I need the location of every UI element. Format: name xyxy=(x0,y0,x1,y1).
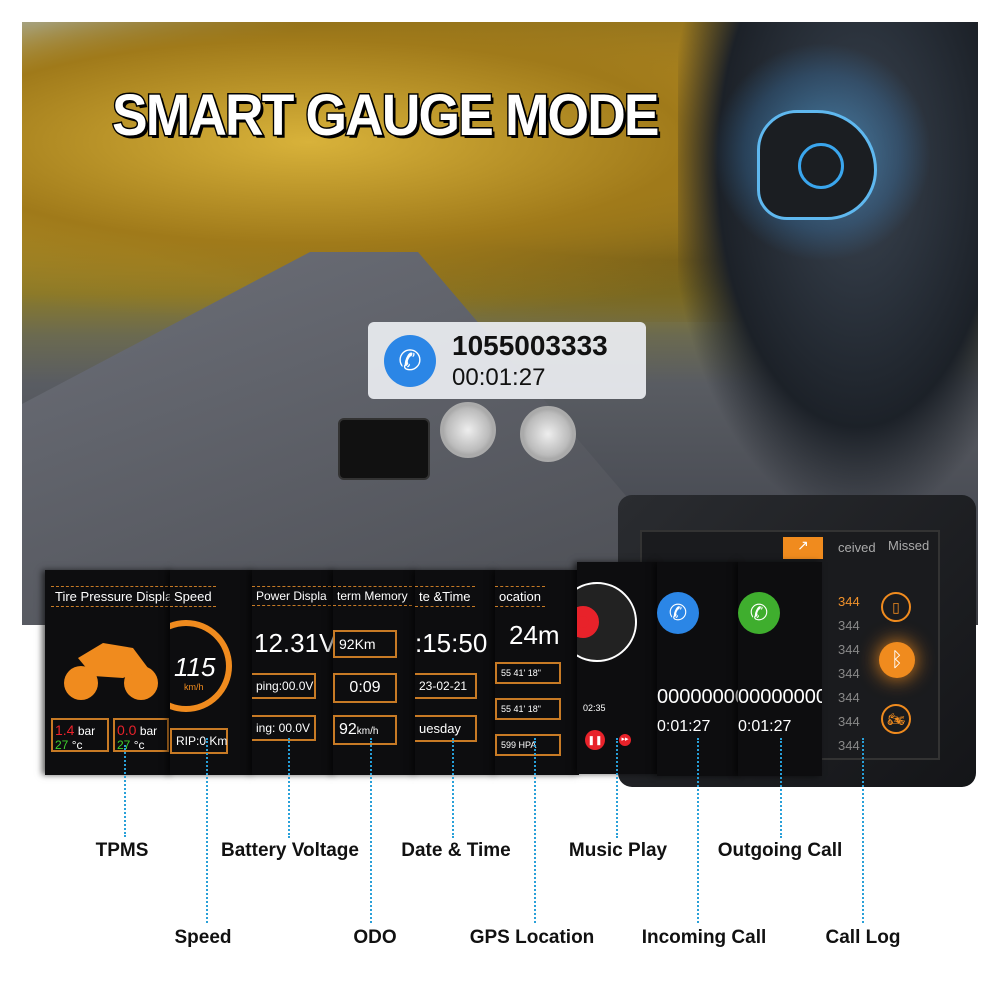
incoming-duration: 0:01:27 xyxy=(657,718,711,735)
leader-line xyxy=(534,738,536,923)
panel-music: 02:35 ❚❚ ▸▸ xyxy=(577,562,659,774)
speed-value: 115 xyxy=(174,652,216,682)
date-box: 23-02-21 xyxy=(415,673,477,699)
log-entry[interactable]: 344 xyxy=(838,638,860,662)
vinyl-disc xyxy=(577,582,637,662)
leader-line xyxy=(697,738,699,923)
panel-datetime: te &Time :15:50 23-02-21 uesday xyxy=(415,570,497,775)
motorcycle-icon[interactable]: 🏍 xyxy=(881,704,911,734)
leader-line xyxy=(206,738,208,923)
panel-title: Power Displa xyxy=(252,586,331,606)
incoming-call-icon: ✆ xyxy=(657,592,699,634)
label-incoming-call: Incoming Call xyxy=(641,927,767,948)
panel-title: te &Time xyxy=(415,586,475,607)
log-entry[interactable]: 344 xyxy=(838,734,860,758)
leader-line xyxy=(616,738,618,838)
motorcycle-icon xyxy=(64,643,158,700)
day-box: uesday xyxy=(415,715,477,742)
outgoing-call-icon: ✆ xyxy=(738,592,780,634)
label-speed: Speed xyxy=(174,927,232,948)
label-music-play: Music Play xyxy=(568,840,668,861)
speedometer xyxy=(440,402,496,458)
label-gps-location: GPS Location xyxy=(469,927,595,948)
incoming-number: 00000000 xyxy=(657,686,741,708)
received-header[interactable]: ceived xyxy=(838,540,876,555)
label-battery-voltage: Battery Voltage xyxy=(221,840,359,861)
next-button[interactable]: ▸▸ xyxy=(619,734,631,746)
outgoing-number: 00000000 xyxy=(738,686,822,708)
panel-title: ocation xyxy=(495,586,545,607)
label-odo: ODO xyxy=(353,927,397,948)
front-tire-box: 1.4 bar 27 °c xyxy=(51,718,109,752)
call-duration: 00:01:27 xyxy=(452,364,546,391)
outgoing-duration: 0:01:27 xyxy=(738,718,792,735)
label-tpms: TPMS xyxy=(95,840,149,861)
panel-gps: ocation 24m 55 41' 18" 55 41' 18" 599 HP… xyxy=(495,570,579,775)
missed-header[interactable]: Missed xyxy=(888,538,929,553)
panel-title: Tire Pressure Display xyxy=(51,586,173,607)
odo-speed: 92km/h xyxy=(333,715,397,745)
pressure-box: 599 HPA xyxy=(495,734,561,756)
outgoing-tab-icon[interactable]: ↗ xyxy=(783,537,823,559)
music-elapsed: 02:35 xyxy=(583,703,606,713)
longitude-box: 55 41' 18" xyxy=(495,698,561,720)
trip-box: RIP:0 Km xyxy=(170,728,228,754)
odo-distance: 92Km xyxy=(333,630,397,658)
leader-line xyxy=(780,738,782,838)
leader-line xyxy=(862,738,864,923)
call-log-list: 344 344 344 344 344 344 344 xyxy=(838,590,860,758)
latitude-box: 55 41' 18" xyxy=(495,662,561,684)
log-entry[interactable]: 344 xyxy=(838,590,860,614)
log-entry[interactable]: 344 xyxy=(838,710,860,734)
altitude-value: 24m xyxy=(509,620,560,650)
leader-line xyxy=(370,738,372,923)
tachometer xyxy=(520,406,576,462)
leader-line xyxy=(452,738,454,838)
panel-title: term Memory xyxy=(333,586,412,606)
leader-line xyxy=(288,738,290,838)
pause-button[interactable]: ❚❚ xyxy=(585,730,605,750)
panel-battery: Power Displa 12.31V ping:00.0V ing: 00.0… xyxy=(252,570,336,775)
clock-time: :15:50 xyxy=(415,628,488,658)
panel-odo: term Memory 92Km 0:09 92km/h xyxy=(333,570,417,775)
mini-device xyxy=(338,418,430,480)
panel-speed: Speed 115 km/h RIP:0 Km xyxy=(170,570,254,775)
log-entry[interactable]: 344 xyxy=(838,614,860,638)
caller-number: 1055003333 xyxy=(452,330,608,361)
rear-tire-box: 0.0 bar 27 °c xyxy=(113,718,169,752)
speed-unit: km/h xyxy=(184,682,204,692)
headline: SMART GAUGE MODE xyxy=(111,82,661,150)
leader-line xyxy=(124,745,126,837)
bluetooth-icon[interactable]: ᛒ xyxy=(879,642,915,678)
log-entry[interactable]: 344 xyxy=(838,686,860,710)
call-bubble: ✆ 1055003333 00:01:27 xyxy=(368,322,646,399)
panel-incoming: ✆ 00000000 0:01:27 xyxy=(657,562,741,776)
voltage-line: ping:00.0V xyxy=(252,673,316,699)
label-date-time: Date & Time xyxy=(401,840,511,861)
incoming-call-icon: ✆ xyxy=(384,335,436,387)
label-call-log: Call Log xyxy=(825,927,901,948)
log-entry[interactable]: 344 xyxy=(838,662,860,686)
voltage-value: 12.31V xyxy=(254,628,336,658)
label-outgoing-call: Outgoing Call xyxy=(717,840,843,861)
headset-icon xyxy=(757,110,877,220)
phone-icon[interactable]: ▯ xyxy=(881,592,911,622)
voltage-line: ing: 00.0V xyxy=(252,715,316,741)
panel-tpms: Tire Pressure Display 1.4 bar 27 °c 0.0 … xyxy=(45,570,173,775)
odo-time: 0:09 xyxy=(333,673,397,703)
panel-title: Speed xyxy=(170,586,216,607)
